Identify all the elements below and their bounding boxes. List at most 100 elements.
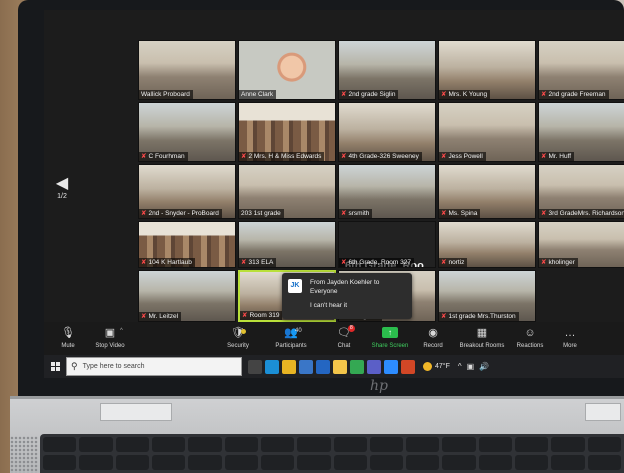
participant-name-tag: ✘ Ms. Spina: [439, 209, 481, 218]
video-tile[interactable]: ✘ nortiz: [438, 221, 536, 268]
video-tile[interactable]: ✘ 1st grade Mrs.Thurston: [438, 270, 536, 322]
keyboard-key: [442, 455, 476, 470]
taskbar-search-box[interactable]: ⚲ Type here to search: [66, 357, 242, 376]
video-tile[interactable]: ✘ 104 K Hartlaub: [138, 221, 236, 268]
video-tile[interactable]: ✘ Ms. Spina: [438, 164, 536, 219]
chat-bubble-icon: 🗨: [337, 327, 351, 339]
video-tile[interactable]: Anne Clark: [238, 40, 336, 100]
notes-icon[interactable]: [333, 359, 347, 374]
laptop-hinge-slot-right: [585, 403, 621, 421]
file-explorer-icon[interactable]: [282, 359, 296, 374]
chat-sender-line: From Jayden Koehler to Everyone: [310, 278, 379, 296]
video-tile[interactable]: Wallick Proboard: [138, 40, 236, 100]
participant-name-tag: ✘ 104 K Hartlaub: [139, 258, 195, 267]
share-screen-button[interactable]: ↑ Share Screen: [366, 326, 414, 349]
keyboard-key: [297, 437, 331, 452]
record-label: Record: [423, 343, 443, 349]
more-button[interactable]: … More: [546, 326, 594, 349]
muted-microphone-icon: ✘: [541, 91, 547, 98]
video-tile[interactable]: ✘ Jess Powell: [438, 102, 536, 162]
edge-icon[interactable]: [265, 359, 279, 374]
laptop-brand-logo: hp: [370, 378, 388, 394]
ellipsis-icon: …: [564, 327, 576, 339]
muted-microphone-icon: ✘: [341, 210, 347, 217]
laptop-hinge-slot-left: [100, 403, 172, 421]
muted-microphone-icon: ✘: [341, 153, 347, 160]
mute-button[interactable]: 🎙 Mute: [44, 326, 92, 349]
more-label: More: [563, 343, 577, 349]
video-tile[interactable]: ✘ 2 Mrs. H & Miss Edwards: [238, 102, 336, 162]
keyboard-key: [406, 455, 440, 470]
video-tile[interactable]: ✘ 2nd grade Siglin: [338, 40, 436, 100]
keyboard-key: [43, 437, 77, 452]
participant-name: nortiz: [448, 259, 465, 266]
stop-video-label: Stop Video: [95, 343, 125, 349]
participant-name-tag: ✘ 2nd grade Siglin: [339, 90, 399, 99]
chat-notification[interactable]: JK From Jayden Koehler to Everyone I can…: [282, 273, 412, 319]
microphone-icon: 🎙: [61, 327, 75, 339]
keyboard-key: [115, 437, 149, 452]
breakout-rooms-button[interactable]: ▦ Breakout Rooms: [458, 326, 506, 349]
video-tile[interactable]: ✘ Mr. Leitzel: [138, 270, 236, 322]
participant-name: 3rd GradeMrs. Richardson: [548, 210, 624, 217]
page-navigation[interactable]: ◀ 1/2: [50, 175, 74, 215]
keyboard-key: [115, 455, 149, 470]
page-indicator: 1/2: [57, 193, 67, 200]
video-tile[interactable]: ✘ C Fourhman: [138, 102, 236, 162]
windows-taskbar: ⚲ Type here to search 47°F ^ ▣ 🔊: [44, 355, 624, 378]
chevron-left-icon[interactable]: ◀: [50, 175, 74, 193]
mail-icon[interactable]: [316, 359, 330, 374]
video-tile[interactable]: ✘ srsmith: [338, 164, 436, 219]
video-tile[interactable]: 203 1st grade: [238, 164, 336, 219]
participant-name-tag: ✘ 4th Grade-326 Sweeney: [339, 152, 422, 161]
participant-name: Jess Powell: [448, 153, 483, 160]
zoom-meeting-screen: ◀ 1/2 Wallick Proboard Anne Clark ✘ 2nd gra…: [44, 10, 624, 378]
muted-microphone-icon: ✘: [441, 259, 447, 266]
video-tile[interactable]: ✘ 3rd GradeMrs. Richardson: [538, 164, 624, 219]
participant-name-tag: ✘ C Fourhman: [139, 152, 188, 161]
participants-button[interactable]: 👥 40 Participants: [267, 326, 315, 349]
system-tray[interactable]: ^ ▣ 🔊: [458, 362, 489, 371]
powerpoint-icon[interactable]: [401, 359, 415, 374]
participant-name: Mrs. K Young: [448, 91, 488, 98]
video-tile[interactable]: ✘ 313 ELA: [238, 221, 336, 268]
teams-icon[interactable]: [367, 359, 381, 374]
keyboard-key: [260, 437, 295, 452]
security-button[interactable]: 🛡 Security: [214, 326, 262, 349]
video-tile[interactable]: ✘ Mrs. K Young: [438, 40, 536, 100]
keyboard-key: [151, 437, 186, 452]
network-icon[interactable]: ▣: [467, 362, 475, 371]
participants-label: Participants: [275, 343, 307, 349]
chat-button[interactable]: 🗨 8 Chat: [320, 325, 368, 349]
chevron-up-icon[interactable]: ^: [458, 362, 462, 371]
keyboard-key: [515, 455, 549, 470]
task-view-icon[interactable]: [248, 359, 262, 374]
record-button[interactable]: ◉ Record: [409, 326, 457, 349]
video-tile[interactable]: 6th Grade, Roo...✘6th Grade, Room 327: [338, 221, 436, 268]
keyboard-key: [297, 455, 331, 470]
video-tile[interactable]: ✘ 2nd - Snyder - ProBoard: [138, 164, 236, 219]
video-tile[interactable]: ✘ Mr. Huff: [538, 102, 624, 162]
zoom-icon[interactable]: [384, 359, 398, 374]
stop-video-button[interactable]: ▣ Stop Video ^: [86, 326, 134, 349]
video-options-caret-icon[interactable]: ^: [120, 328, 123, 334]
chrome-icon[interactable]: [350, 359, 364, 374]
video-tile[interactable]: ✘ 4th Grade-326 Sweeney: [338, 102, 436, 162]
muted-microphone-icon: ✘: [541, 210, 547, 217]
store-icon[interactable]: [299, 359, 313, 374]
keyboard-key: [43, 455, 77, 470]
video-tile[interactable]: ✘ 2nd grade Freeman: [538, 40, 624, 100]
video-tile[interactable]: ✘ kholinger: [538, 221, 624, 268]
participant-name: 4th Grade-326 Sweeney: [348, 153, 419, 160]
search-icon: ⚲: [71, 361, 78, 371]
participant-name-tag: Anne Clark: [239, 90, 277, 99]
windows-start-button[interactable]: [44, 355, 66, 378]
participant-name-tag: ✘ nortiz: [439, 258, 468, 267]
muted-microphone-icon: ✘: [541, 259, 547, 266]
record-icon: ◉: [428, 327, 438, 339]
volume-icon[interactable]: 🔊: [479, 362, 489, 371]
participant-name: Ms. Spina: [448, 210, 478, 217]
keyboard-key: [587, 455, 621, 470]
weather-widget[interactable]: 47°F: [423, 362, 450, 371]
keyboard: [40, 434, 624, 473]
